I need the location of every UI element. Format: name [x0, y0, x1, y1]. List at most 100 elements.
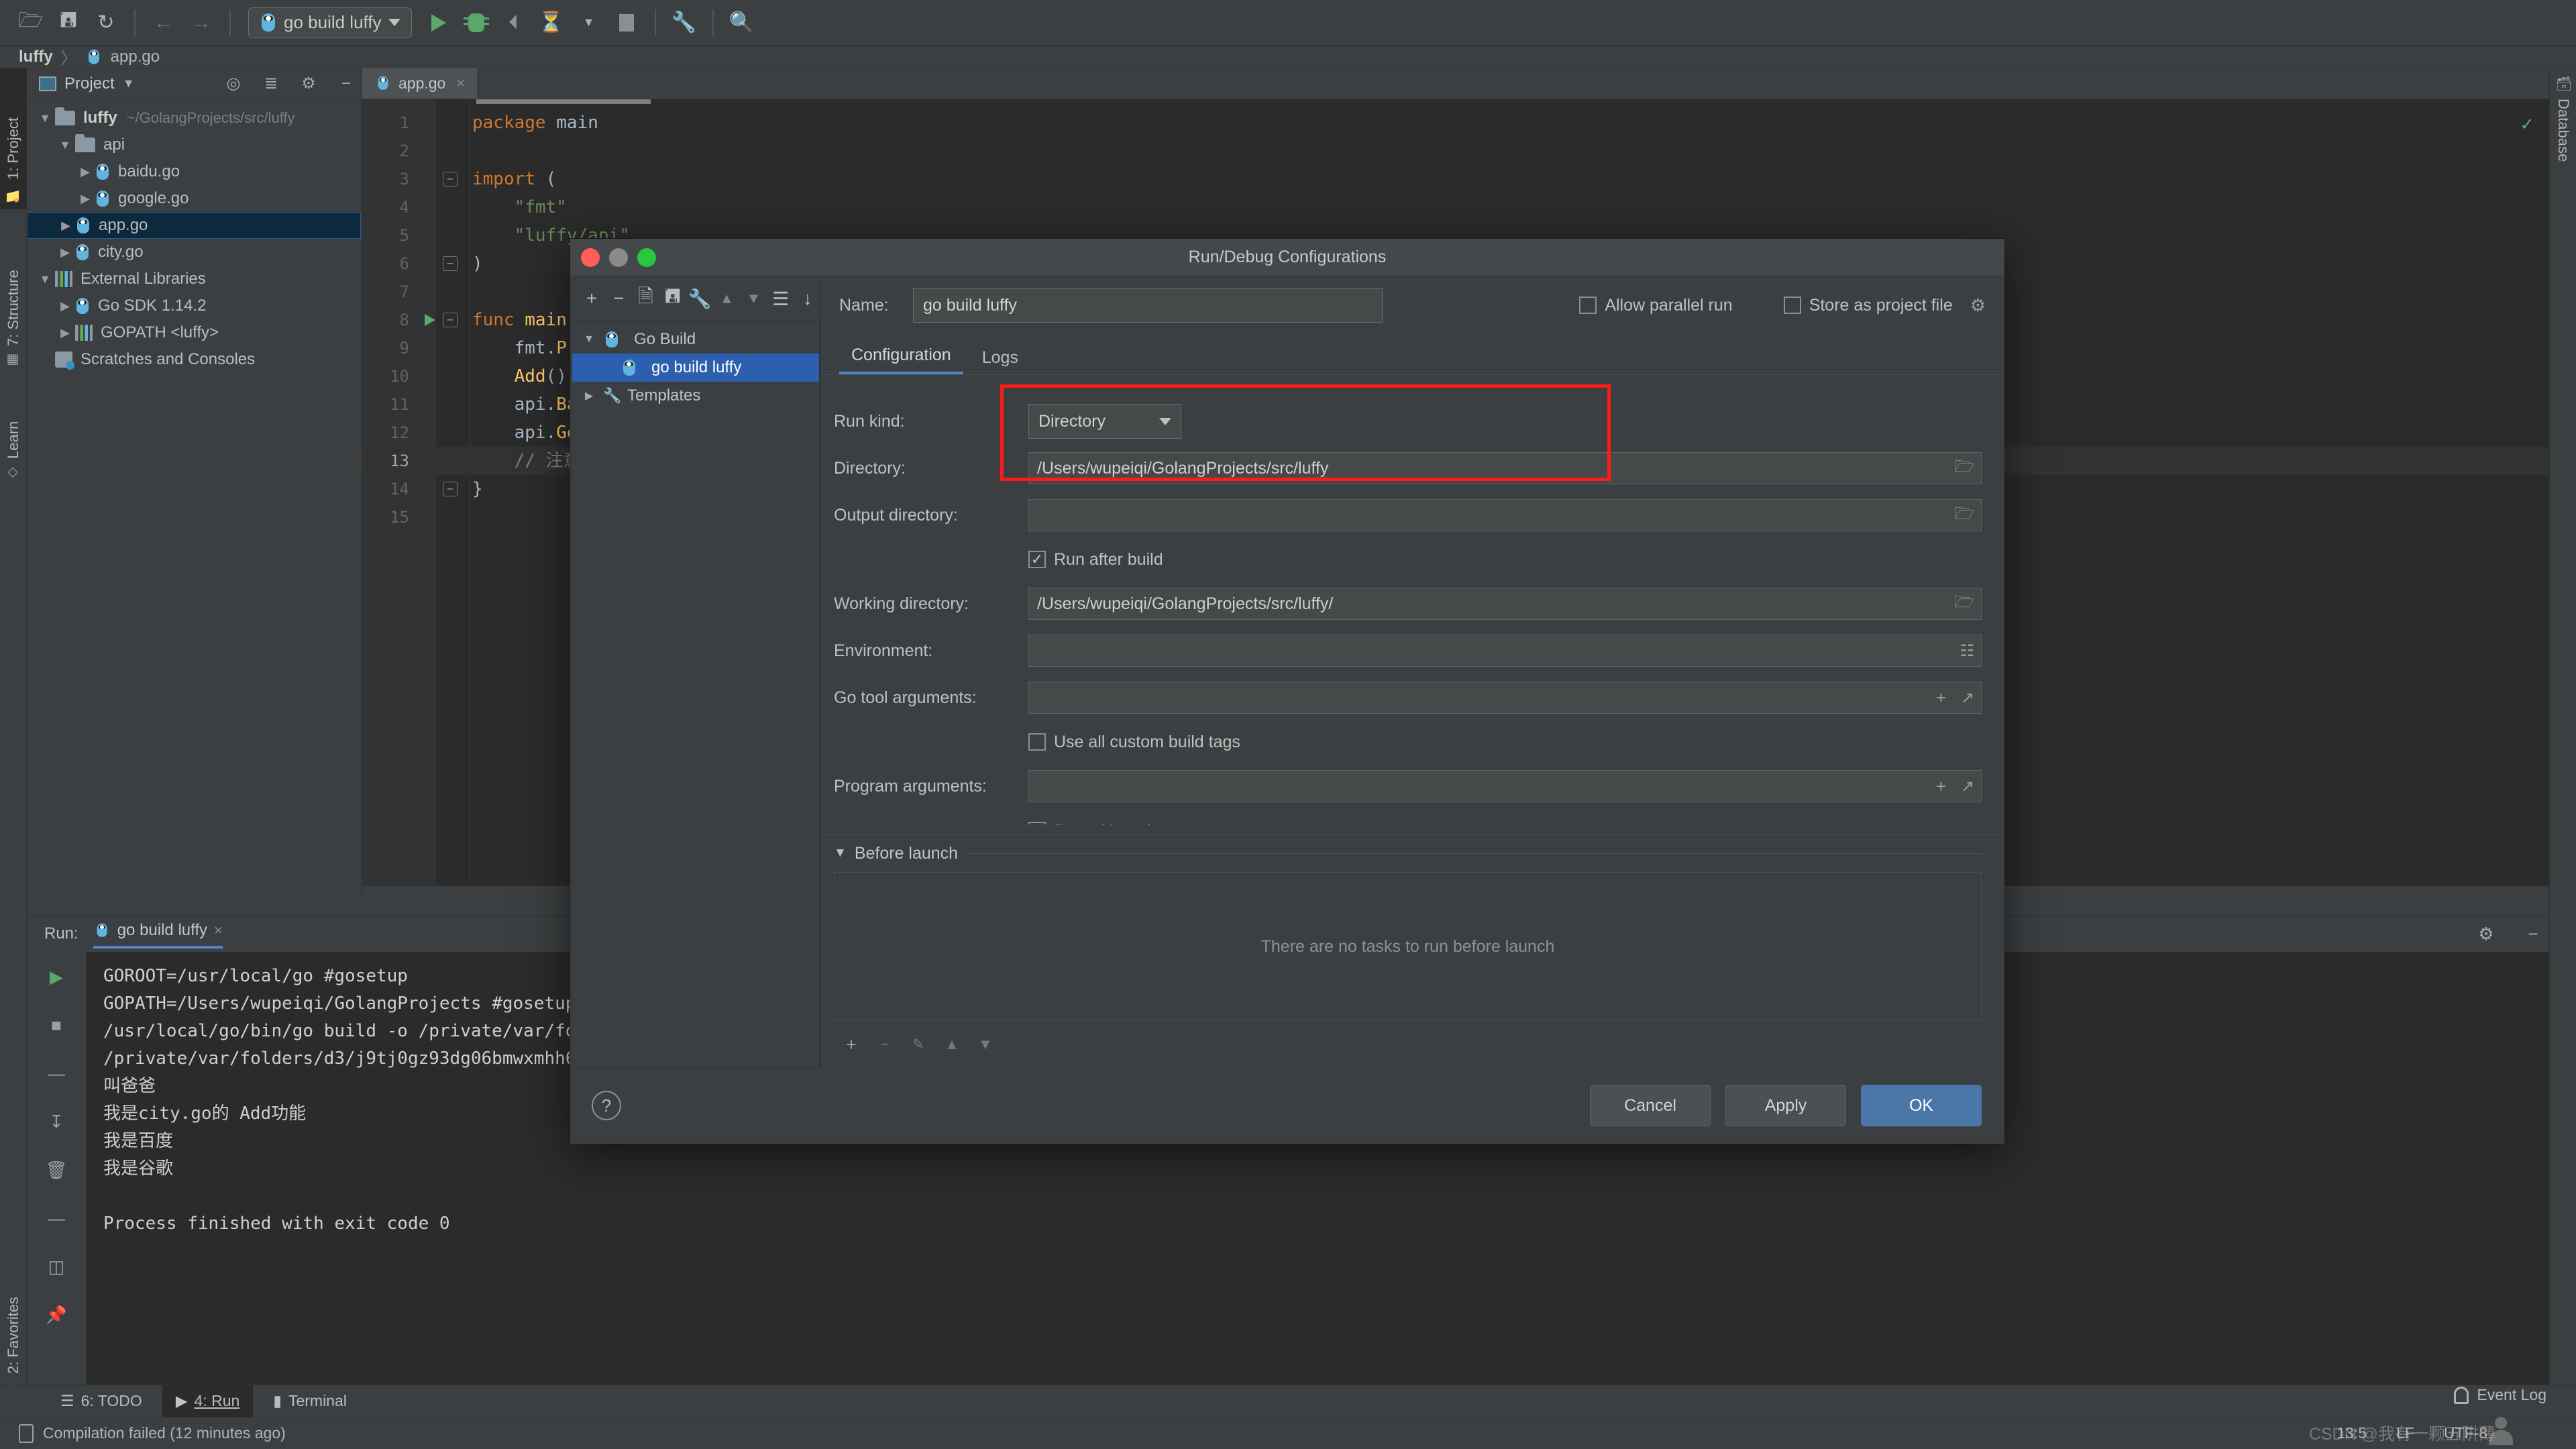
working-directory-input[interactable]: /Users/wupeiqi/GolangProjects/src/luffy/… [1028, 588, 1982, 620]
nav-back-icon[interactable]: ← [145, 4, 182, 42]
sidebar-item-favorites[interactable]: ★ 2: Favorites [0, 1269, 27, 1403]
run-button[interactable] [420, 4, 458, 42]
help-button[interactable]: ? [592, 1091, 621, 1120]
tree-item[interactable]: ▶ google.go [27, 185, 361, 212]
sidebar-item-structure[interactable]: ▦ 7: Structure [0, 215, 27, 376]
add-configuration-button[interactable]: + [580, 284, 604, 313]
hide-panel-icon[interactable]: − [2517, 918, 2549, 950]
pin-icon[interactable]: 📌 [41, 1299, 72, 1330]
gear-icon[interactable]: ⚙ [1970, 295, 1986, 316]
tree-item[interactable]: ▶ city.go [27, 239, 361, 266]
add-task-button[interactable]: + [837, 1030, 866, 1059]
run-configuration-selector[interactable]: go build luffy [248, 7, 412, 38]
gear-icon[interactable]: ⚙ [294, 69, 323, 99]
use-all-custom-build-tags-checkbox[interactable]: Use all custom build tags [1028, 733, 1240, 752]
close-window-button[interactable] [581, 248, 600, 267]
allow-parallel-run-checkbox[interactable]: Allow parallel run [1579, 296, 1733, 315]
horizontal-scrollbar[interactable] [476, 99, 651, 104]
fold-mark[interactable]: − [440, 313, 460, 327]
remove-configuration-button[interactable]: − [606, 284, 631, 313]
tree-twisty-icon[interactable]: ▼ [580, 333, 598, 345]
fold-mark[interactable]: − [440, 172, 460, 186]
sidebar-item-learn[interactable]: ◇ Learn [0, 381, 27, 488]
config-tree-item[interactable]: ▼ Go Build [572, 325, 819, 354]
before-launch-task-list[interactable]: There are no tasks to run before launch [834, 872, 1982, 1021]
tree-item[interactable]: ▶ Go SDK 1.14.2 [27, 292, 361, 319]
breadcrumb-file[interactable]: app.go [111, 48, 160, 66]
tree-twisty-icon[interactable]: ▼ [35, 272, 55, 286]
move-task-down-button[interactable]: ▼ [971, 1030, 1000, 1059]
profile-button[interactable]: ⏳ [533, 4, 570, 42]
run-with-coverage-button[interactable]: ⏴ [495, 4, 533, 42]
gear-icon[interactable]: ⚙ [2470, 918, 2502, 950]
run-kind-select[interactable]: Directory [1028, 404, 1181, 439]
editor-tab-app-go[interactable]: app.go × [362, 68, 478, 99]
run-after-build-checkbox[interactable]: Run after build [1028, 550, 1163, 570]
expand-editor-icon[interactable]: ↗ [1961, 688, 1974, 708]
expand-editor-icon[interactable]: ↗ [1961, 777, 1974, 796]
output-directory-input[interactable]: 🗁 [1028, 499, 1982, 531]
settings-icon[interactable]: 🔧 [665, 4, 703, 42]
edit-task-button[interactable]: ✎ [904, 1030, 933, 1059]
move-up-button[interactable]: ▲ [714, 284, 739, 313]
tree-item[interactable]: ▶ baidu.go [27, 158, 361, 185]
browse-folder-icon[interactable]: 🗁 [1954, 455, 1974, 482]
soft-wrap-icon[interactable]: ◫ [41, 1251, 72, 1282]
tree-twisty-icon[interactable]: ▶ [75, 192, 95, 206]
go-tool-arguments-input[interactable]: + ↗ [1028, 682, 1982, 714]
trash-icon[interactable]: 🗑 [41, 1155, 72, 1185]
save-configuration-button[interactable]: 🖪 [661, 284, 685, 313]
ok-button[interactable]: OK [1861, 1085, 1982, 1126]
move-down-button[interactable]: ▼ [741, 284, 765, 313]
sidebar-item-project[interactable]: 📁 1: Project [0, 68, 27, 209]
tool-window-todo[interactable]: ☰ 6: TODO [47, 1385, 156, 1417]
event-log-button[interactable]: Event Log [2454, 1386, 2546, 1404]
hide-panel-icon[interactable]: − [331, 69, 361, 99]
config-tree-item[interactable]: ▶ 🔧 Templates [572, 382, 819, 410]
before-launch-header[interactable]: ▼ Before launch [834, 835, 1982, 872]
scroll-to-end-icon[interactable]: ↧ [41, 1106, 72, 1137]
tree-twisty-icon[interactable]: ▶ [55, 326, 75, 340]
nav-forward-icon[interactable]: → [182, 4, 220, 42]
run-tab-go-build-luffy[interactable]: go build luffy × [93, 919, 223, 949]
breadcrumb-project[interactable]: luffy [19, 48, 53, 66]
tab-logs[interactable]: Logs [970, 348, 1030, 374]
tab-configuration[interactable]: Configuration [839, 345, 963, 374]
copy-configuration-button[interactable]: 🗎 [633, 284, 657, 313]
tree-twisty-icon[interactable]: ▼ [55, 138, 75, 152]
tree-twisty-icon[interactable]: ▶ [55, 246, 75, 260]
tree-item[interactable]: ▼ luffy ~/GolangProjects/src/luffy [27, 105, 361, 131]
sidebar-item-database[interactable]: 🗃 Database [2550, 68, 2576, 243]
tree-item[interactable]: Scratches and Consoles [27, 346, 361, 373]
insert-macro-icon[interactable]: + [1936, 776, 1946, 797]
directory-input[interactable]: /Users/wupeiqi/GolangProjects/src/luffy … [1028, 452, 1982, 484]
program-arguments-input[interactable]: + ↗ [1028, 770, 1982, 802]
save-all-icon[interactable]: 🖪 [50, 4, 87, 42]
apply-button[interactable]: Apply [1725, 1085, 1846, 1126]
environment-input[interactable]: ☷ [1028, 635, 1982, 667]
insert-macro-icon[interactable]: + [1936, 688, 1946, 708]
run-with-sudo-checkbox[interactable]: Run with sudo [1028, 821, 1160, 824]
tree-item[interactable]: ▼ External Libraries [27, 266, 361, 292]
maximize-window-button[interactable] [637, 248, 656, 267]
open-folder-icon[interactable]: 🗁 [12, 4, 50, 42]
tool-window-terminal[interactable]: ▮ Terminal [260, 1385, 360, 1417]
tree-twisty-icon[interactable]: ▼ [35, 111, 55, 125]
fold-mark[interactable]: − [440, 482, 460, 496]
remove-task-button[interactable]: − [870, 1030, 900, 1059]
tree-item[interactable]: ▶ app.go [27, 212, 361, 239]
stop-icon[interactable]: ■ [41, 1010, 72, 1040]
sync-icon[interactable]: ↻ [87, 4, 125, 42]
name-input[interactable] [913, 288, 1383, 323]
rerun-icon[interactable]: ▶ [41, 961, 72, 992]
debug-button[interactable] [458, 4, 495, 42]
fold-mark[interactable]: − [440, 256, 460, 271]
tool-window-run[interactable]: ▶ 4: Run [162, 1385, 254, 1417]
file-encoding[interactable]: UTF-8 [2444, 1424, 2487, 1442]
chevron-down-icon[interactable]: ▼ [123, 76, 135, 91]
tree-item[interactable]: ▼ api [27, 131, 361, 158]
locate-file-icon[interactable]: ◎ [219, 69, 248, 99]
browse-folder-icon[interactable]: 🗁 [1954, 502, 1974, 529]
close-icon[interactable]: × [214, 922, 223, 939]
config-tree-item[interactable]: go build luffy [572, 354, 819, 382]
